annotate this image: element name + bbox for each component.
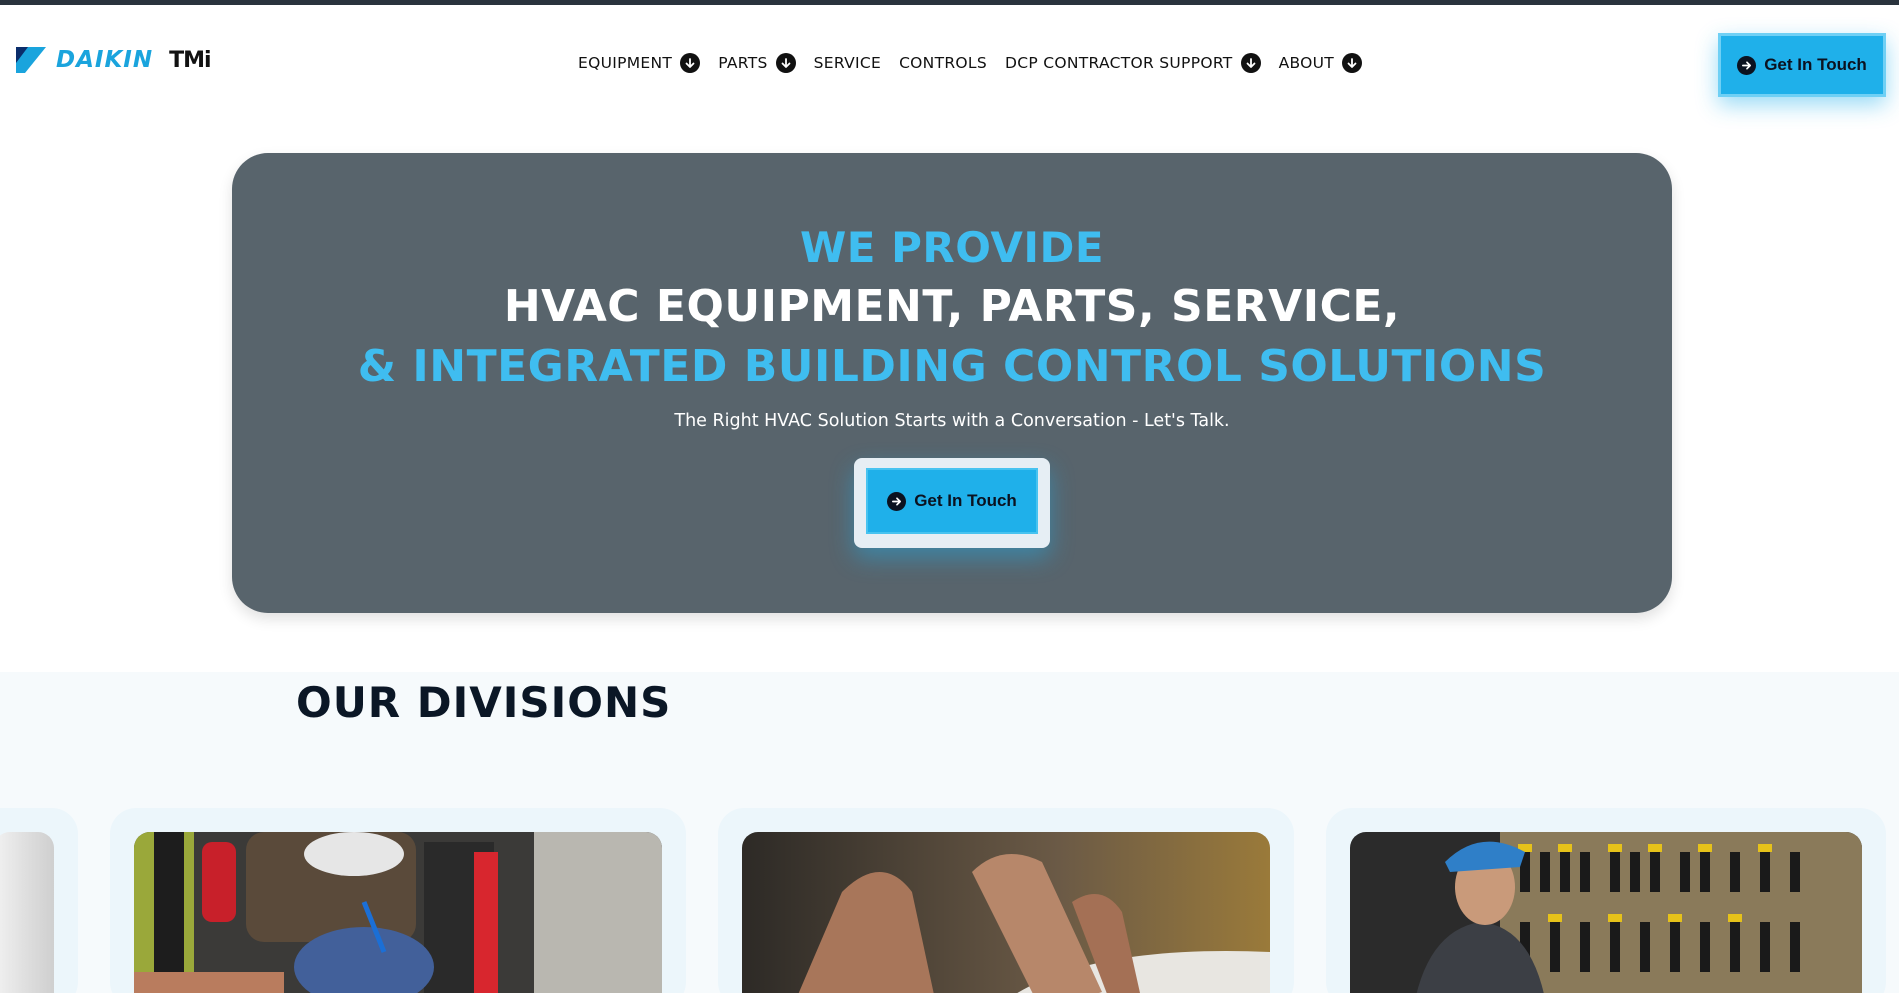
nav-label: ABOUT [1278, 54, 1335, 72]
nav-item-controls[interactable]: CONTROLS [899, 54, 987, 72]
parts-warehouse-photo [1350, 832, 1862, 993]
hero-banner: WE PROVIDE HVAC EQUIPMENT, PARTS, SERVIC… [232, 153, 1672, 613]
nav-label: PARTS [718, 54, 768, 72]
hero-get-in-touch-button[interactable]: Get In Touch [866, 468, 1038, 534]
chevron-down-icon [1342, 53, 1363, 73]
arrow-right-circle-icon [887, 491, 907, 511]
header-get-in-touch-button[interactable]: Get In Touch [1718, 33, 1886, 97]
nav-item-about[interactable]: ABOUT [1278, 53, 1363, 73]
chevron-down-icon [1240, 53, 1261, 73]
nav-item-service[interactable]: SERVICE [814, 54, 881, 72]
nav-label: SERVICE [813, 54, 882, 72]
division-photo [0, 832, 54, 993]
chevron-down-icon [680, 53, 701, 73]
hero-cta-frame: Get In Touch [854, 458, 1050, 548]
technician-photo [134, 832, 662, 993]
nav-item-parts[interactable]: PARTS [718, 53, 796, 73]
hero-heading-line-2: HVAC EQUIPMENT, PARTS, SERVICE, [503, 281, 1401, 332]
chevron-down-icon [775, 53, 796, 73]
division-card-parts[interactable] [1326, 808, 1886, 993]
daikin-logo-mark-icon [16, 47, 46, 73]
section-title: OUR DIVISIONS [296, 678, 672, 727]
nav-label: CONTROLS [899, 54, 987, 72]
divisions-section: OUR DIVISIONS [0, 672, 1899, 993]
logo-suffix: TMi [169, 47, 211, 73]
nav-item-dcp-contractor-support[interactable]: DCP CONTRACTOR SUPPORT [1005, 53, 1261, 73]
hero-heading-line-3: & INTEGRATED BUILDING CONTROL SOLUTIONS [357, 341, 1547, 392]
blueprint-photo [742, 832, 1270, 993]
division-card-partial[interactable] [0, 808, 78, 993]
logo[interactable]: DAIKIN TMi [16, 47, 212, 73]
division-card-equipment[interactable] [718, 808, 1294, 993]
nav-item-equipment[interactable]: EQUIPMENT [578, 53, 701, 73]
hero-heading-line-1: WE PROVIDE [799, 223, 1105, 272]
button-label: Get In Touch [914, 491, 1017, 510]
nav-label: EQUIPMENT [578, 54, 673, 72]
nav-label: DCP CONTRACTOR SUPPORT [1005, 54, 1233, 72]
logo-text: DAIKIN [56, 47, 154, 73]
button-label: Get In Touch [1764, 55, 1867, 74]
division-card-service[interactable] [110, 808, 686, 993]
site-header: DAIKIN TMi EQUIPMENT PARTS SERVICE CONTR… [0, 5, 1899, 115]
main-nav: EQUIPMENT PARTS SERVICE CONTROLS DCP CON… [578, 53, 1380, 73]
hero-subtitle: The Right HVAC Solution Starts with a Co… [674, 411, 1230, 431]
arrow-right-circle-icon [1737, 55, 1757, 75]
